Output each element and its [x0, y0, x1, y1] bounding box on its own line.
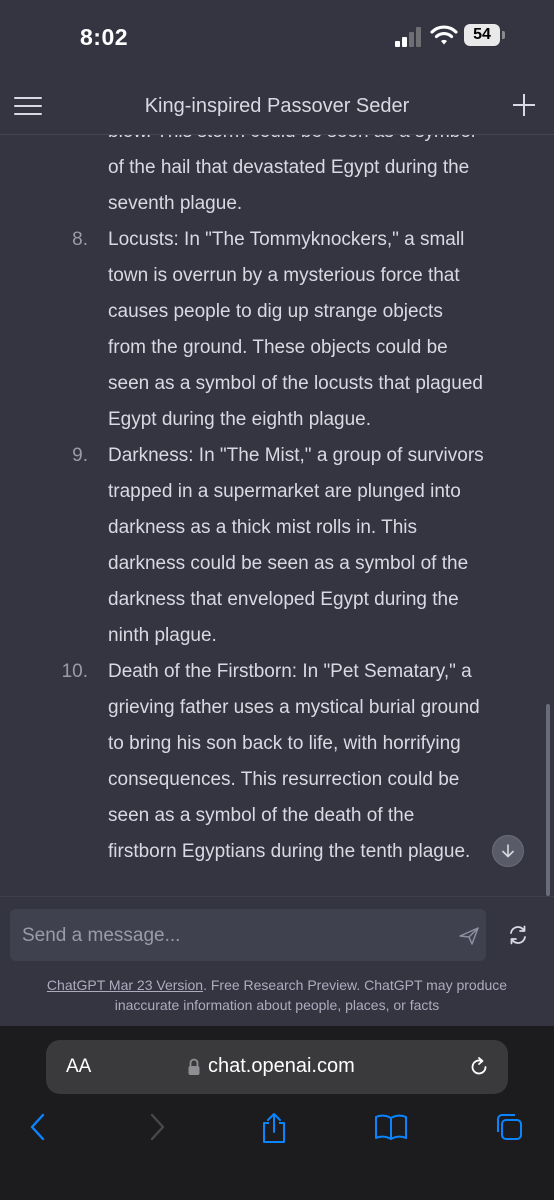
new-chat-plus-icon[interactable]: [511, 92, 537, 118]
browser-chrome: AA chat.openai.com: [0, 1026, 554, 1200]
bookmarks-icon[interactable]: [374, 1112, 408, 1142]
cellular-signal-icon: [395, 27, 421, 47]
message-input[interactable]: Send a message...: [10, 909, 486, 961]
status-bar: 8:02 54: [0, 0, 554, 78]
list-item-line: blow. This storm could be seen as a symb…: [108, 134, 528, 150]
list-item-line: seen as a symbol of the death of the: [108, 805, 415, 826]
conversation-title: King-inspired Passover Seder: [144, 95, 410, 117]
list-item-line: consequences. This resurrection could be: [108, 769, 460, 790]
version-link[interactable]: ChatGPT Mar 23 Version: [47, 977, 203, 993]
list-item-number: 10.: [61, 661, 88, 682]
reader-aa-button[interactable]: AA: [66, 1056, 91, 1078]
lock-icon: [188, 1058, 200, 1075]
list-item-number: 9.: [72, 445, 88, 466]
list-item-line: trapped in a supermarket are plunged int…: [108, 481, 461, 502]
battery-indicator: 54: [464, 24, 500, 46]
list-item-line: Darkness: In "The Mist," a group of surv…: [108, 445, 484, 466]
list-item: 9. Darkness: In "The Mist," a group of s…: [0, 438, 554, 654]
reload-icon[interactable]: [468, 1056, 490, 1078]
list-item-line: darkness as a thick mist rolls in. This: [108, 517, 418, 538]
message-content: blow. This storm could be seen as a symb…: [0, 134, 554, 896]
scrollbar[interactable]: [546, 704, 550, 896]
list-item-line: town is overrun by a mysterious force th…: [108, 265, 460, 286]
list-item-line: grieving father uses a mystical burial g…: [108, 697, 480, 718]
address-bar[interactable]: AA chat.openai.com: [46, 1040, 508, 1094]
list-item-line: Egypt during the eighth plague.: [108, 409, 372, 430]
list-item-line: Death of the Firstborn: In "Pet Sematary…: [108, 661, 472, 682]
arrow-down-icon: [502, 844, 514, 858]
share-icon[interactable]: [260, 1112, 288, 1144]
list-item-line: darkness that enveloped Egypt during the: [108, 589, 459, 610]
list-item-partial: blow. This storm could be seen as a symb…: [0, 134, 554, 222]
tabs-icon[interactable]: [494, 1112, 524, 1142]
wifi-icon: [430, 25, 458, 45]
url-text[interactable]: chat.openai.com: [208, 1055, 355, 1078]
list-item-line: causes people to dig up strange objects: [108, 301, 443, 322]
list-item-line: ninth plague.: [108, 625, 217, 646]
list-item: 8. Locusts: In "The Tommyknockers," a sm…: [0, 222, 554, 438]
list-item-number: 8.: [72, 229, 88, 250]
forward-icon[interactable]: [147, 1112, 167, 1142]
chat-header: King-inspired Passover Seder: [0, 78, 554, 135]
disclaimer-text: ChatGPT Mar 23 Version. Free Research Pr…: [20, 975, 534, 1015]
list-item-line: to bring his son back to life, with horr…: [108, 733, 461, 754]
message-list: blow. This storm could be seen as a symb…: [0, 134, 554, 870]
regenerate-icon[interactable]: [507, 924, 529, 946]
list-item-line: seen as a symbol of the locusts that pla…: [108, 373, 483, 394]
list-item-line: of the hail that devastated Egypt during…: [108, 157, 470, 178]
message-input-placeholder: Send a message...: [22, 925, 181, 946]
send-icon[interactable]: [458, 926, 480, 946]
scroll-to-bottom-button[interactable]: [492, 835, 524, 867]
list-item: 10. Death of the Firstborn: In "Pet Sema…: [0, 654, 554, 870]
composer-area: Send a message... ChatGPT Mar 23 Version…: [0, 896, 554, 1027]
list-item-line: firstborn Egyptians during the tenth pla…: [108, 841, 471, 862]
list-item-line: seventh plague.: [108, 193, 243, 214]
battery-tip: [502, 31, 505, 39]
list-item-line: Locusts: In "The Tommyknockers," a small: [108, 229, 465, 250]
back-icon[interactable]: [28, 1112, 48, 1142]
list-item-line: from the ground. These objects could be: [108, 337, 448, 358]
status-time: 8:02: [80, 24, 129, 50]
list-item-line: darkness could be seen as a symbol of th…: [108, 553, 469, 574]
browser-toolbar: [0, 1112, 554, 1152]
